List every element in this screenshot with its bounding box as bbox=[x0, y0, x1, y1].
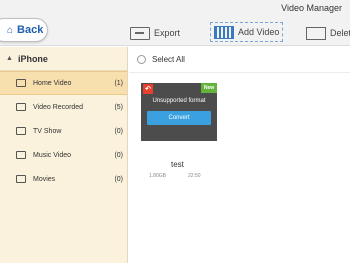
sidebar-item-label: Music Video bbox=[33, 151, 72, 159]
video-size: 1.80GB bbox=[149, 173, 166, 179]
export-label: Export bbox=[154, 28, 181, 38]
delete-label: Delete bbox=[330, 28, 350, 38]
export-button[interactable]: Export bbox=[130, 24, 180, 42]
divider bbox=[129, 72, 350, 73]
movies-icon bbox=[16, 175, 26, 183]
sidebar-item-count: (0) bbox=[114, 127, 123, 135]
device-header[interactable]: ▲ iPhone bbox=[0, 47, 127, 71]
device-name: iPhone bbox=[17, 53, 48, 64]
select-all-checkbox[interactable] bbox=[137, 55, 146, 64]
video-recorded-icon bbox=[16, 103, 26, 111]
app-title: Video Manager bbox=[281, 3, 342, 13]
home-video-icon bbox=[16, 79, 26, 87]
video-thumbnail[interactable]: ↶ New Unsupported format Convert bbox=[141, 83, 217, 141]
sidebar-item-tv-show[interactable]: TV Show (0) bbox=[0, 119, 127, 143]
select-all[interactable]: Select All bbox=[137, 55, 185, 64]
tv-icon bbox=[16, 127, 26, 135]
home-icon: ⌂ bbox=[7, 24, 14, 36]
sidebar-item-label: TV Show bbox=[33, 127, 62, 135]
sidebar-item-video-recorded[interactable]: Video Recorded (5) bbox=[0, 95, 127, 119]
sidebar-item-movies[interactable]: Movies (0) bbox=[0, 167, 127, 191]
delete-icon bbox=[306, 26, 326, 40]
sidebar-item-label: Movies bbox=[33, 175, 56, 183]
sidebar-item-count: (0) bbox=[114, 151, 123, 159]
video-list-panel: Select All ↶ New Unsupported format Conv… bbox=[129, 47, 350, 263]
sidebar-item-home-video[interactable]: Home Video (1) bbox=[0, 71, 127, 95]
sidebar-item-label: Home Video bbox=[33, 79, 72, 87]
back-label: Back bbox=[17, 24, 44, 36]
select-all-label: Select All bbox=[152, 55, 185, 64]
sidebar: ▲ iPhone Home Video (1) Video Recorded (… bbox=[0, 47, 128, 263]
convert-button[interactable]: Convert bbox=[147, 111, 211, 125]
sidebar-item-music-video[interactable]: Music Video (0) bbox=[0, 143, 127, 167]
video-name: test bbox=[171, 160, 184, 169]
sidebar-item-count: (1) bbox=[114, 79, 123, 87]
add-video-button[interactable]: Add Video bbox=[210, 22, 284, 42]
unsupported-format-label: Unsupported format bbox=[152, 98, 206, 104]
sidebar-item-label: Video Recorded bbox=[33, 103, 84, 111]
add-video-label: Add Video bbox=[238, 27, 280, 37]
toolbar: Video Manager ⌂ Back Export Add Video De… bbox=[0, 0, 350, 46]
export-icon bbox=[130, 26, 150, 40]
collapse-triangle-icon[interactable]: ▲ bbox=[6, 55, 13, 62]
music-video-icon bbox=[16, 151, 26, 159]
delete-button[interactable]: Delete bbox=[306, 24, 350, 42]
back-button[interactable]: ⌂ Back bbox=[0, 18, 48, 42]
sidebar-item-count: (0) bbox=[114, 175, 123, 183]
add-video-icon bbox=[214, 25, 234, 39]
video-duration: 22:50 bbox=[188, 173, 201, 179]
sidebar-item-count: (5) bbox=[114, 103, 123, 111]
rotate-icon: ↶ bbox=[143, 84, 153, 94]
new-badge: New bbox=[201, 83, 217, 93]
